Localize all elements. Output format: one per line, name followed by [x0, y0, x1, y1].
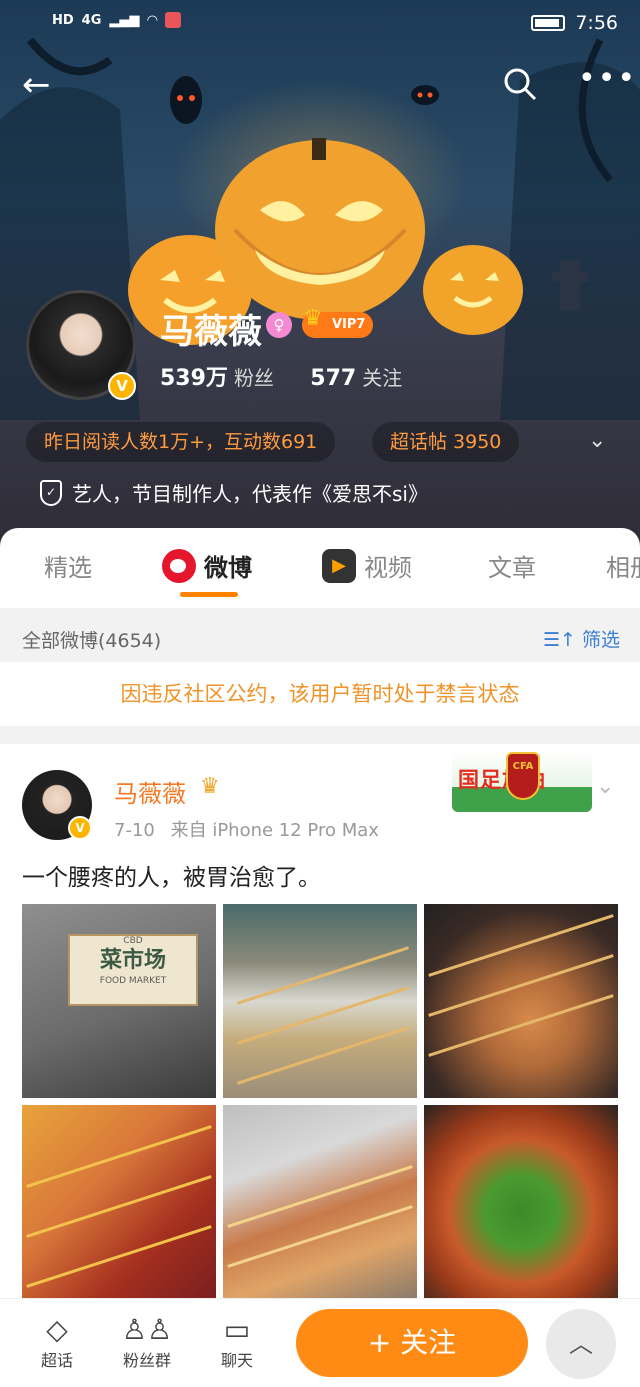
chat-icon: ▭ — [223, 1313, 251, 1346]
verification-line: ✓ 艺人，节目制作人，代表作《爱思不si》 — [40, 478, 428, 507]
post-author[interactable]: 马薇薇 — [114, 774, 186, 809]
shield-icon: ✓ — [40, 479, 62, 506]
battery-icon — [531, 15, 566, 31]
market-sign: CBD 菜市场 FOOD MARKET — [68, 934, 198, 1006]
post-menu-chevron-icon[interactable]: ⌄ — [596, 774, 614, 799]
profile-tabs: 精选 微博 ▶ 视频 文章 相册 — [0, 528, 640, 608]
post-verified-badge-icon: V — [68, 816, 92, 840]
photo-6[interactable] — [424, 1105, 618, 1299]
video-play-icon: ▶ — [322, 548, 356, 583]
ban-notice: 因违反社区公约，该用户暂时处于禁言状态 — [0, 662, 640, 726]
tab-label: 微博 — [204, 554, 252, 582]
photo-5[interactable] — [223, 1105, 417, 1299]
network-indicator: 4G — [81, 12, 102, 28]
fans-stat[interactable]: 539万 粉丝 — [160, 366, 274, 391]
back-arrow-icon[interactable]: ← — [22, 68, 51, 102]
cfa-shield-icon: CFA — [506, 752, 540, 800]
bottom-item-label: 粉丝群 — [122, 1351, 171, 1370]
super-topic-button[interactable]: ◇ 超话 — [22, 1313, 92, 1371]
filter-label: 筛选 — [581, 629, 620, 651]
fans-label: 粉丝 — [233, 366, 274, 390]
signal-icon: ▂▄▆ — [109, 12, 140, 28]
filter-icon: ☰↑ — [542, 629, 576, 651]
verified-badge-icon: V — [108, 372, 136, 400]
group-icon: ♙♙ — [121, 1313, 173, 1346]
status-bar: HD 4G ▂▄▆ ◠ 7:56 — [0, 0, 640, 48]
tab-articles[interactable]: 文章 — [488, 548, 536, 583]
tab-video[interactable]: ▶ 视频 — [322, 548, 412, 583]
post-text: 一个腰疼的人，被胃治愈了。 — [22, 865, 321, 891]
filter-button[interactable]: ☰↑ 筛选 — [543, 625, 620, 652]
bottom-item-label: 聊天 — [220, 1351, 253, 1370]
bottom-action-bar: ◇ 超话 ♙♙ 粉丝群 ▭ 聊天 + 关注 ︿ — [0, 1298, 640, 1387]
tab-albums[interactable]: 相册 — [606, 548, 640, 583]
hd-indicator: HD — [52, 12, 74, 28]
following-stat[interactable]: 577 关注 — [310, 366, 403, 391]
tab-featured[interactable]: 精选 — [44, 548, 92, 583]
cheer-sticker: 国足加油 CFA — [452, 750, 592, 812]
fan-group-button[interactable]: ♙♙ 粉丝群 — [112, 1313, 182, 1371]
reading-stats-pill[interactable]: 昨日阅读人数1万+，互动数691 — [26, 422, 336, 462]
photo-4[interactable] — [22, 1105, 216, 1299]
diamond-icon: ◇ — [46, 1313, 68, 1346]
app-notification-icon — [165, 12, 182, 28]
weibo-icon — [162, 548, 196, 583]
tab-label: 精选 — [44, 554, 92, 582]
post-date: 7-10 — [114, 820, 155, 841]
fans-count: 539万 — [160, 366, 228, 391]
more-options-icon[interactable]: ••• — [578, 64, 637, 94]
tab-label: 文章 — [488, 554, 536, 582]
photo-3[interactable] — [424, 904, 618, 1098]
photo-1[interactable]: CBD 菜市场 FOOD MARKET — [22, 904, 216, 1098]
sign-top: CBD — [123, 936, 143, 946]
filter-bar: 全部微博(4654) ☰↑ 筛选 — [0, 608, 640, 662]
verification-text: 艺人，节目制作人，代表作《爱思不si》 — [72, 482, 428, 506]
sign-bottom: FOOD MARKET — [99, 976, 167, 986]
follow-button[interactable]: + 关注 — [296, 1309, 528, 1377]
photo-grid: CBD 菜市场 FOOD MARKET — [22, 904, 618, 1299]
tab-label: 视频 — [364, 554, 412, 582]
chevron-down-icon[interactable]: ⌄ — [588, 428, 606, 453]
female-icon: ♀ — [266, 312, 292, 338]
following-count: 577 — [310, 366, 357, 391]
search-icon[interactable] — [502, 66, 538, 108]
section-divider — [0, 726, 640, 744]
clock: 7:56 — [575, 12, 618, 34]
scroll-top-chevron-up-icon[interactable]: ︿ — [546, 1309, 616, 1379]
sign-title: 菜市场 — [99, 948, 166, 973]
profile-stats: 539万 粉丝 577 关注 — [160, 360, 402, 392]
active-tab-indicator — [180, 592, 238, 597]
post-source: 来自 iPhone 12 Pro Max — [170, 820, 379, 841]
wifi-icon: ◠ — [147, 12, 158, 28]
profile-header: HD 4G ▂▄▆ ◠ 7:56 ← ••• V 马薇薇 ♀ VIP7 ♛ 53… — [0, 0, 640, 560]
following-label: 关注 — [362, 366, 403, 390]
tab-label: 相册 — [606, 554, 640, 582]
profile-name: 马薇薇 — [160, 312, 262, 352]
bottom-item-label: 超话 — [40, 1351, 73, 1370]
topic-posts-pill[interactable]: 超话帖 3950 — [372, 422, 520, 462]
post-card[interactable]: V 马薇薇 ♛ 7-10 来自 iPhone 12 Pro Max 国足加油 C… — [0, 744, 640, 1304]
post-crown-icon: ♛ — [200, 774, 220, 799]
post-count-label: 全部微博(4654) — [22, 630, 162, 652]
post-meta: 7-10 来自 iPhone 12 Pro Max — [114, 816, 379, 842]
tab-weibo[interactable]: 微博 — [162, 548, 252, 583]
photo-2[interactable] — [223, 904, 417, 1098]
crown-icon: ♛ — [303, 306, 323, 331]
chat-button[interactable]: ▭ 聊天 — [202, 1313, 272, 1371]
